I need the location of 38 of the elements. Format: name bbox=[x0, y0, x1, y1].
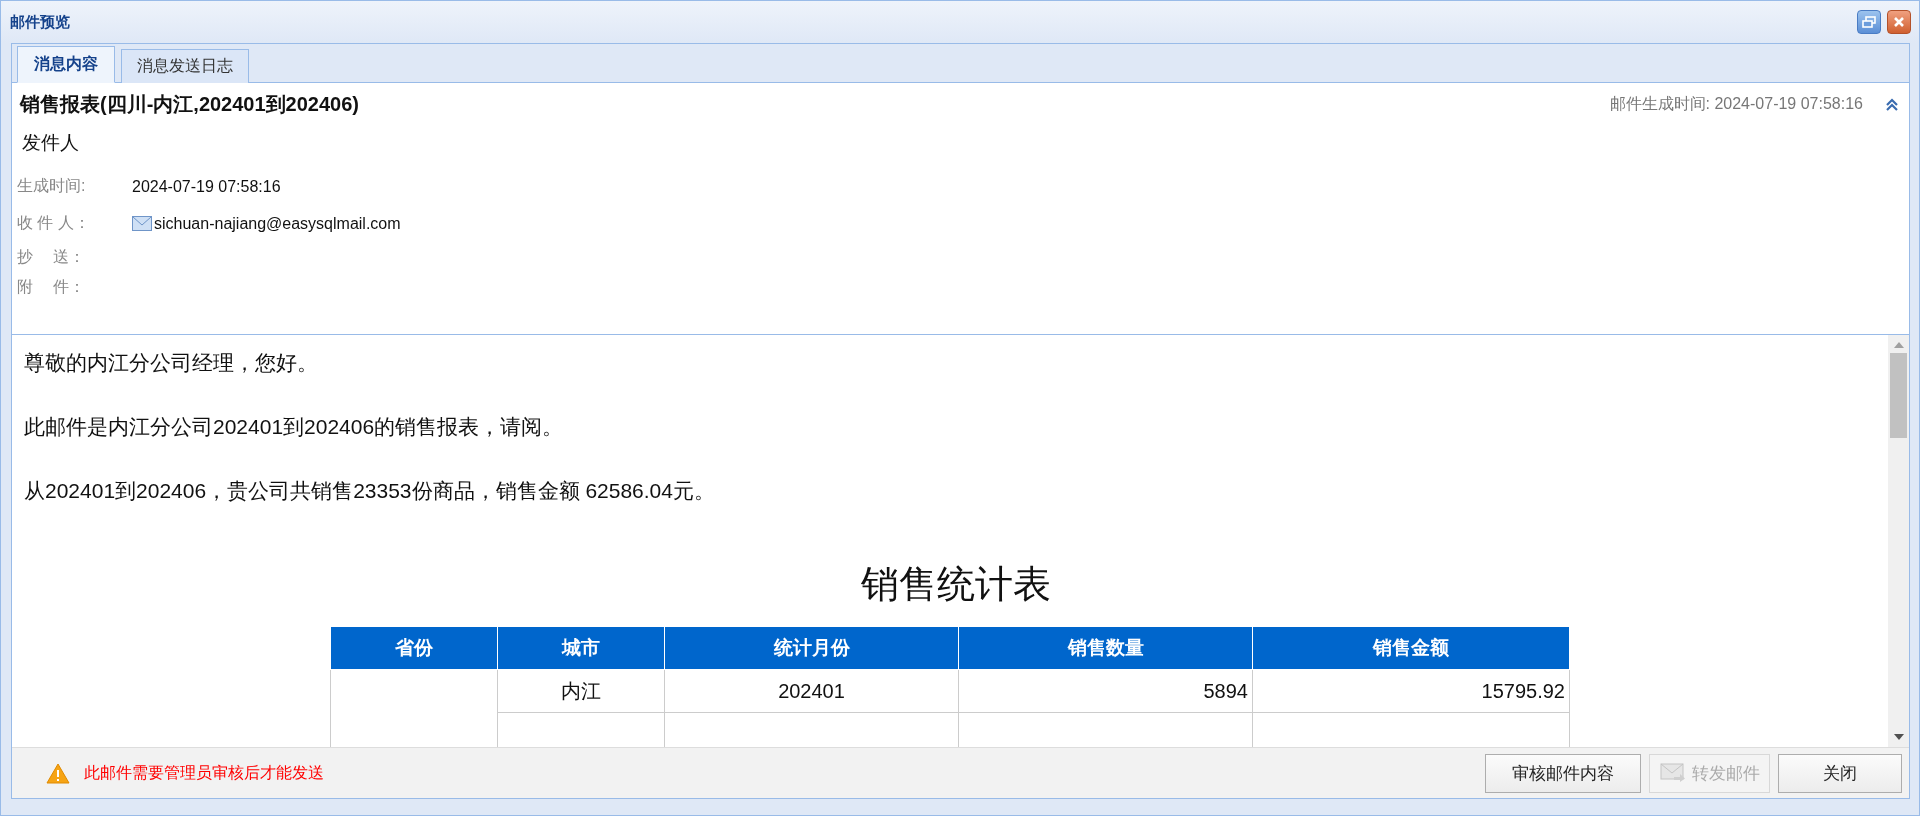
generated-time: 邮件生成时间: 2024-07-19 07:58:16 bbox=[1609, 94, 1863, 114]
table-cell: 5894 bbox=[958, 669, 1253, 713]
collapse-icon[interactable] bbox=[1885, 97, 1899, 112]
window-title: 邮件预览 bbox=[10, 12, 71, 32]
table-title: 销售统计表 bbox=[860, 562, 1052, 607]
review-button[interactable]: 审核邮件内容 bbox=[1485, 753, 1641, 793]
field-label: 生成时间: bbox=[17, 176, 87, 196]
envelope-icon bbox=[132, 216, 152, 231]
field-label: 附 件： bbox=[17, 276, 87, 297]
column-header: 省份 bbox=[330, 626, 498, 670]
scroll-down-icon[interactable] bbox=[1893, 733, 1904, 741]
warning-message: 此邮件需要管理员审核后才能发送 bbox=[84, 762, 325, 783]
recipient-email[interactable]: sichuan-najiang@easysqlmail.com bbox=[154, 214, 401, 233]
sender-label: 发件人 bbox=[22, 131, 80, 155]
email-subject: 销售报表(四川-内江,202401到202406) bbox=[18, 92, 360, 117]
field-label: 收 件 人： bbox=[17, 213, 91, 233]
column-header: 销售数量 bbox=[958, 626, 1253, 670]
table-cell: 内江 bbox=[497, 669, 665, 713]
column-header: 城市 bbox=[497, 626, 665, 670]
table-cell: 15795.92 bbox=[1252, 669, 1570, 713]
scrollbar[interactable] bbox=[1888, 335, 1909, 747]
message-paragraph: 此邮件是内江分公司202401到202406的销售报表，请阅。 bbox=[24, 414, 565, 440]
close-button[interactable]: 关闭 bbox=[1778, 753, 1902, 793]
message-paragraph: 从202401到202406，贵公司共销售23353份商品，销售金额 62586.04元。 bbox=[24, 478, 716, 504]
scrollbar-thumb[interactable] bbox=[1890, 353, 1907, 438]
message-paragraph: 尊敬的内江分公司经理，您好。 bbox=[24, 350, 319, 376]
tab[interactable]: 消息发送日志 bbox=[121, 49, 249, 83]
warning-icon bbox=[46, 762, 70, 784]
table-cell: 202401 bbox=[664, 669, 959, 713]
field-label: 抄 送： bbox=[17, 246, 87, 267]
restore-icon[interactable] bbox=[1857, 10, 1881, 34]
close-icon[interactable] bbox=[1887, 10, 1911, 34]
scroll-up-icon[interactable] bbox=[1893, 341, 1904, 349]
envelope-icon bbox=[1659, 763, 1686, 783]
column-header: 统计月份 bbox=[664, 626, 959, 670]
tab[interactable]: 消息内容 bbox=[17, 46, 115, 83]
field-value: 2024-07-19 07:58:16 bbox=[132, 177, 281, 196]
column-header: 销售金额 bbox=[1252, 626, 1570, 670]
